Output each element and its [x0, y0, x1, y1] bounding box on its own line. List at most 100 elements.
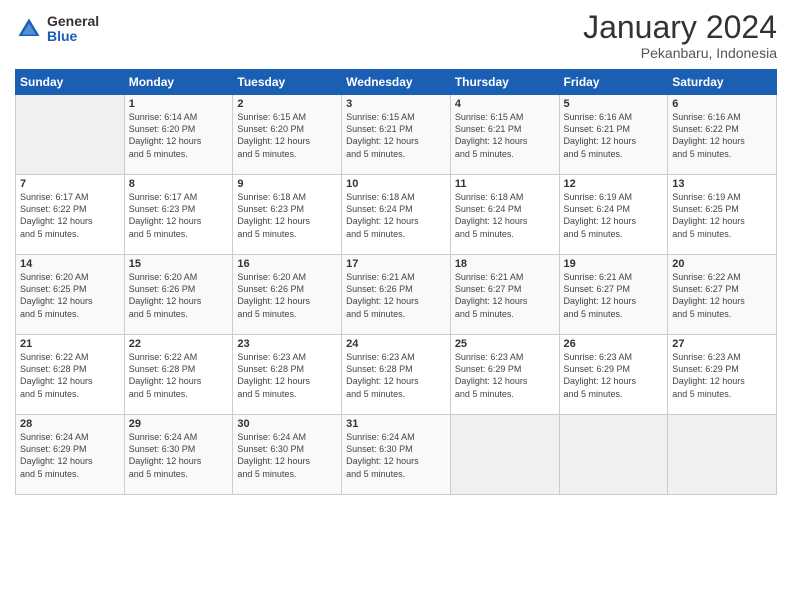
- day-info: Sunrise: 6:19 AMSunset: 6:25 PMDaylight:…: [672, 191, 772, 240]
- day-info: Sunrise: 6:23 AMSunset: 6:28 PMDaylight:…: [237, 351, 337, 400]
- table-row: 3Sunrise: 6:15 AMSunset: 6:21 PMDaylight…: [342, 95, 451, 175]
- table-row: 21Sunrise: 6:22 AMSunset: 6:28 PMDayligh…: [16, 335, 125, 415]
- day-number: 17: [346, 258, 446, 270]
- table-row: 8Sunrise: 6:17 AMSunset: 6:23 PMDaylight…: [124, 175, 233, 255]
- table-row: 14Sunrise: 6:20 AMSunset: 6:25 PMDayligh…: [16, 255, 125, 335]
- day-info: Sunrise: 6:20 AMSunset: 6:25 PMDaylight:…: [20, 271, 120, 320]
- table-row: 25Sunrise: 6:23 AMSunset: 6:29 PMDayligh…: [450, 335, 559, 415]
- table-row: 13Sunrise: 6:19 AMSunset: 6:25 PMDayligh…: [668, 175, 777, 255]
- table-row: 26Sunrise: 6:23 AMSunset: 6:29 PMDayligh…: [559, 335, 668, 415]
- logo-icon: [15, 15, 43, 43]
- table-row: 18Sunrise: 6:21 AMSunset: 6:27 PMDayligh…: [450, 255, 559, 335]
- day-number: 29: [129, 418, 229, 430]
- day-info: Sunrise: 6:15 AMSunset: 6:21 PMDaylight:…: [346, 111, 446, 160]
- day-number: 7: [20, 178, 120, 190]
- day-number: 10: [346, 178, 446, 190]
- header: General Blue January 2024 Pekanbaru, Ind…: [15, 10, 777, 61]
- logo-general: General: [47, 14, 99, 29]
- day-info: Sunrise: 6:18 AMSunset: 6:24 PMDaylight:…: [346, 191, 446, 240]
- table-row: 15Sunrise: 6:20 AMSunset: 6:26 PMDayligh…: [124, 255, 233, 335]
- week-row-3: 14Sunrise: 6:20 AMSunset: 6:25 PMDayligh…: [16, 255, 777, 335]
- col-sunday: Sunday: [16, 70, 125, 95]
- day-number: 2: [237, 98, 337, 110]
- week-row-5: 28Sunrise: 6:24 AMSunset: 6:29 PMDayligh…: [16, 415, 777, 495]
- table-row: 2Sunrise: 6:15 AMSunset: 6:20 PMDaylight…: [233, 95, 342, 175]
- day-number: 14: [20, 258, 120, 270]
- day-info: Sunrise: 6:24 AMSunset: 6:30 PMDaylight:…: [237, 431, 337, 480]
- col-friday: Friday: [559, 70, 668, 95]
- title-section: January 2024 Pekanbaru, Indonesia: [583, 10, 777, 61]
- day-number: 15: [129, 258, 229, 270]
- table-row: 17Sunrise: 6:21 AMSunset: 6:26 PMDayligh…: [342, 255, 451, 335]
- day-info: Sunrise: 6:24 AMSunset: 6:30 PMDaylight:…: [346, 431, 446, 480]
- table-row: 9Sunrise: 6:18 AMSunset: 6:23 PMDaylight…: [233, 175, 342, 255]
- table-row: 23Sunrise: 6:23 AMSunset: 6:28 PMDayligh…: [233, 335, 342, 415]
- day-info: Sunrise: 6:15 AMSunset: 6:20 PMDaylight:…: [237, 111, 337, 160]
- table-row: 4Sunrise: 6:15 AMSunset: 6:21 PMDaylight…: [450, 95, 559, 175]
- table-row: 6Sunrise: 6:16 AMSunset: 6:22 PMDaylight…: [668, 95, 777, 175]
- day-number: 24: [346, 338, 446, 350]
- day-number: 28: [20, 418, 120, 430]
- day-info: Sunrise: 6:20 AMSunset: 6:26 PMDaylight:…: [129, 271, 229, 320]
- table-row: 29Sunrise: 6:24 AMSunset: 6:30 PMDayligh…: [124, 415, 233, 495]
- table-row: 27Sunrise: 6:23 AMSunset: 6:29 PMDayligh…: [668, 335, 777, 415]
- table-row: [668, 415, 777, 495]
- table-row: 24Sunrise: 6:23 AMSunset: 6:28 PMDayligh…: [342, 335, 451, 415]
- table-row: 31Sunrise: 6:24 AMSunset: 6:30 PMDayligh…: [342, 415, 451, 495]
- day-number: 30: [237, 418, 337, 430]
- day-info: Sunrise: 6:21 AMSunset: 6:27 PMDaylight:…: [564, 271, 664, 320]
- table-row: 28Sunrise: 6:24 AMSunset: 6:29 PMDayligh…: [16, 415, 125, 495]
- day-info: Sunrise: 6:23 AMSunset: 6:29 PMDaylight:…: [564, 351, 664, 400]
- table-row: 20Sunrise: 6:22 AMSunset: 6:27 PMDayligh…: [668, 255, 777, 335]
- table-row: 30Sunrise: 6:24 AMSunset: 6:30 PMDayligh…: [233, 415, 342, 495]
- table-row: 10Sunrise: 6:18 AMSunset: 6:24 PMDayligh…: [342, 175, 451, 255]
- day-number: 27: [672, 338, 772, 350]
- table-row: [16, 95, 125, 175]
- day-info: Sunrise: 6:24 AMSunset: 6:29 PMDaylight:…: [20, 431, 120, 480]
- calendar-page: General Blue January 2024 Pekanbaru, Ind…: [0, 0, 792, 612]
- day-number: 3: [346, 98, 446, 110]
- table-row: 7Sunrise: 6:17 AMSunset: 6:22 PMDaylight…: [16, 175, 125, 255]
- day-info: Sunrise: 6:17 AMSunset: 6:22 PMDaylight:…: [20, 191, 120, 240]
- table-row: 16Sunrise: 6:20 AMSunset: 6:26 PMDayligh…: [233, 255, 342, 335]
- day-number: 23: [237, 338, 337, 350]
- day-info: Sunrise: 6:22 AMSunset: 6:27 PMDaylight:…: [672, 271, 772, 320]
- day-info: Sunrise: 6:22 AMSunset: 6:28 PMDaylight:…: [129, 351, 229, 400]
- table-row: 5Sunrise: 6:16 AMSunset: 6:21 PMDaylight…: [559, 95, 668, 175]
- table-row: 1Sunrise: 6:14 AMSunset: 6:20 PMDaylight…: [124, 95, 233, 175]
- col-thursday: Thursday: [450, 70, 559, 95]
- day-info: Sunrise: 6:20 AMSunset: 6:26 PMDaylight:…: [237, 271, 337, 320]
- day-number: 31: [346, 418, 446, 430]
- day-info: Sunrise: 6:23 AMSunset: 6:28 PMDaylight:…: [346, 351, 446, 400]
- table-row: [450, 415, 559, 495]
- day-number: 12: [564, 178, 664, 190]
- day-number: 21: [20, 338, 120, 350]
- day-info: Sunrise: 6:16 AMSunset: 6:21 PMDaylight:…: [564, 111, 664, 160]
- location: Pekanbaru, Indonesia: [583, 45, 777, 61]
- day-number: 1: [129, 98, 229, 110]
- day-info: Sunrise: 6:16 AMSunset: 6:22 PMDaylight:…: [672, 111, 772, 160]
- day-number: 6: [672, 98, 772, 110]
- day-number: 18: [455, 258, 555, 270]
- table-row: 19Sunrise: 6:21 AMSunset: 6:27 PMDayligh…: [559, 255, 668, 335]
- table-row: [559, 415, 668, 495]
- table-row: 11Sunrise: 6:18 AMSunset: 6:24 PMDayligh…: [450, 175, 559, 255]
- day-info: Sunrise: 6:22 AMSunset: 6:28 PMDaylight:…: [20, 351, 120, 400]
- logo: General Blue: [15, 14, 99, 45]
- day-info: Sunrise: 6:19 AMSunset: 6:24 PMDaylight:…: [564, 191, 664, 240]
- week-row-4: 21Sunrise: 6:22 AMSunset: 6:28 PMDayligh…: [16, 335, 777, 415]
- logo-blue: Blue: [47, 29, 99, 44]
- day-number: 16: [237, 258, 337, 270]
- day-number: 25: [455, 338, 555, 350]
- day-info: Sunrise: 6:18 AMSunset: 6:23 PMDaylight:…: [237, 191, 337, 240]
- day-number: 8: [129, 178, 229, 190]
- header-row: Sunday Monday Tuesday Wednesday Thursday…: [16, 70, 777, 95]
- day-number: 11: [455, 178, 555, 190]
- day-info: Sunrise: 6:23 AMSunset: 6:29 PMDaylight:…: [455, 351, 555, 400]
- day-info: Sunrise: 6:18 AMSunset: 6:24 PMDaylight:…: [455, 191, 555, 240]
- col-monday: Monday: [124, 70, 233, 95]
- day-info: Sunrise: 6:15 AMSunset: 6:21 PMDaylight:…: [455, 111, 555, 160]
- col-wednesday: Wednesday: [342, 70, 451, 95]
- week-row-1: 1Sunrise: 6:14 AMSunset: 6:20 PMDaylight…: [16, 95, 777, 175]
- logo-text: General Blue: [47, 14, 99, 45]
